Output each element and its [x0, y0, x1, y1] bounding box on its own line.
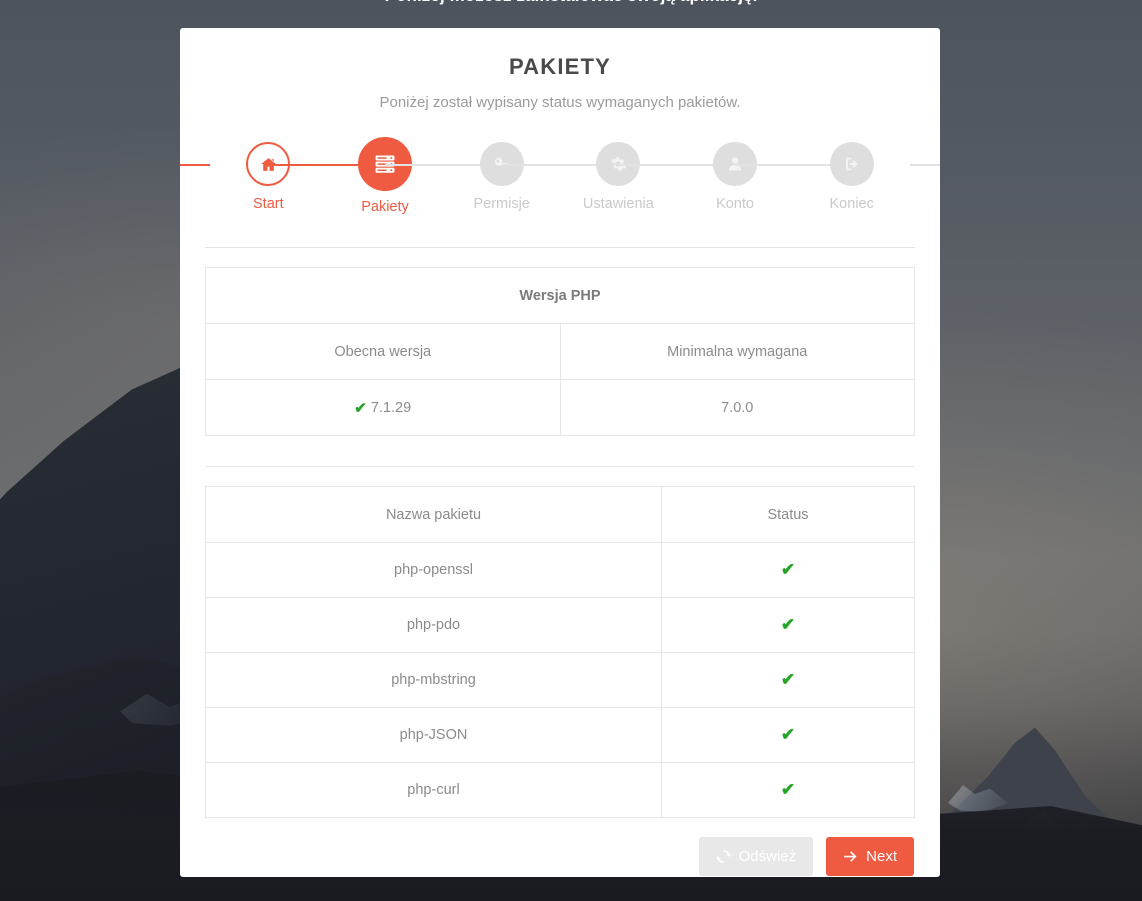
table-row: php-JSON ✔ [205, 707, 915, 763]
check-icon: ✔ [780, 780, 796, 799]
package-name: php-mbstring [205, 652, 662, 708]
step-permisje-label: Permisje [473, 196, 530, 212]
page-headline: Poniżej możesz zainstalować swoją aplika… [0, 0, 1142, 6]
table-row: php-curl ✔ [205, 762, 915, 818]
php-table-title: Wersja PHP [205, 267, 915, 324]
step-koniec[interactable]: Koniec [735, 139, 940, 212]
step-connector-left [501, 164, 561, 166]
packages-header-status: Status [661, 486, 915, 543]
php-version-table: Wersja PHP Obecna wersja Minimalna wymag… [205, 267, 915, 436]
installer-card: PAKIETY Poniżej został wypisany status w… [180, 28, 940, 877]
packages-header-name: Nazwa pakietu [205, 486, 662, 543]
check-icon: ✔ [780, 725, 796, 744]
sign-out-icon [843, 155, 861, 173]
step-ustawienia[interactable]: Ustawienia [501, 139, 736, 212]
installer-stepper: Start Pakiety Permisje Ustawienia Konto … [180, 137, 940, 215]
table-row: php-mbstring ✔ [205, 652, 915, 708]
step-pakiety[interactable]: Pakiety [268, 137, 502, 215]
step-connector-right [910, 164, 940, 166]
check-icon: ✔ [780, 615, 796, 634]
check-icon: ✔ [780, 670, 796, 689]
table-row: ✔ 7.1.29 7.0.0 [205, 379, 915, 436]
next-button-label: Next [866, 848, 897, 865]
step-koniec-circle[interactable] [829, 142, 874, 186]
step-permisje[interactable]: Permisje [385, 139, 619, 212]
package-name: php-pdo [205, 597, 662, 653]
step-koniec-label: Koniec [829, 196, 874, 212]
php-minimum-version: 7.0.0 [559, 379, 915, 436]
package-status: ✔ [661, 652, 915, 708]
page-subtitle: Poniżej został wypisany status wymaganyc… [379, 94, 741, 111]
step-pakiety-label: Pakiety [361, 199, 409, 215]
php-current-version-cell: ✔ 7.1.29 [205, 379, 561, 436]
step-connector-left [618, 164, 677, 166]
table-header-row: Nazwa pakietu Status [205, 486, 915, 543]
php-table-header-current: Obecna wersja [205, 323, 561, 380]
page-title: PAKIETY [508, 54, 612, 79]
php-current-version: 7.1.29 [370, 399, 412, 416]
refresh-icon [715, 849, 731, 864]
php-table-header-minimum: Minimalna wymagana [559, 323, 915, 380]
step-konto-label: Konto [716, 196, 754, 212]
step-start-label: Start [253, 196, 284, 212]
check-icon: ✔ [354, 399, 367, 417]
arrow-right-icon [843, 849, 858, 864]
step-connector-left [385, 164, 444, 166]
package-status: ✔ [661, 542, 915, 598]
divider-above-php-table [205, 247, 915, 248]
table-row: Wersja PHP [205, 267, 915, 324]
card-actions: Odśwież Next [205, 837, 915, 876]
step-connector-left [268, 164, 327, 166]
step-connector-left [180, 164, 210, 166]
package-status: ✔ [661, 707, 915, 763]
table-row: php-pdo ✔ [205, 597, 915, 653]
step-connector-left [735, 164, 794, 166]
check-icon: ✔ [780, 560, 796, 579]
package-name: php-curl [205, 762, 662, 818]
divider-above-packages-table [205, 466, 915, 467]
table-row: php-openssl ✔ [205, 542, 915, 598]
step-start[interactable]: Start [180, 139, 385, 212]
packages-table: Nazwa pakietu Status php-openssl ✔ php-p… [205, 486, 915, 818]
package-status: ✔ [661, 762, 915, 818]
package-status: ✔ [661, 597, 915, 653]
refresh-button[interactable]: Odśwież [698, 837, 814, 876]
table-row: Obecna wersja Minimalna wymagana [205, 323, 915, 380]
package-name: php-JSON [205, 707, 662, 763]
step-konto[interactable]: Konto [618, 139, 852, 212]
step-ustawienia-label: Ustawienia [582, 196, 654, 212]
next-button[interactable]: Next [826, 837, 914, 876]
package-name: php-openssl [205, 542, 662, 598]
refresh-button-label: Odśwież [738, 848, 797, 865]
